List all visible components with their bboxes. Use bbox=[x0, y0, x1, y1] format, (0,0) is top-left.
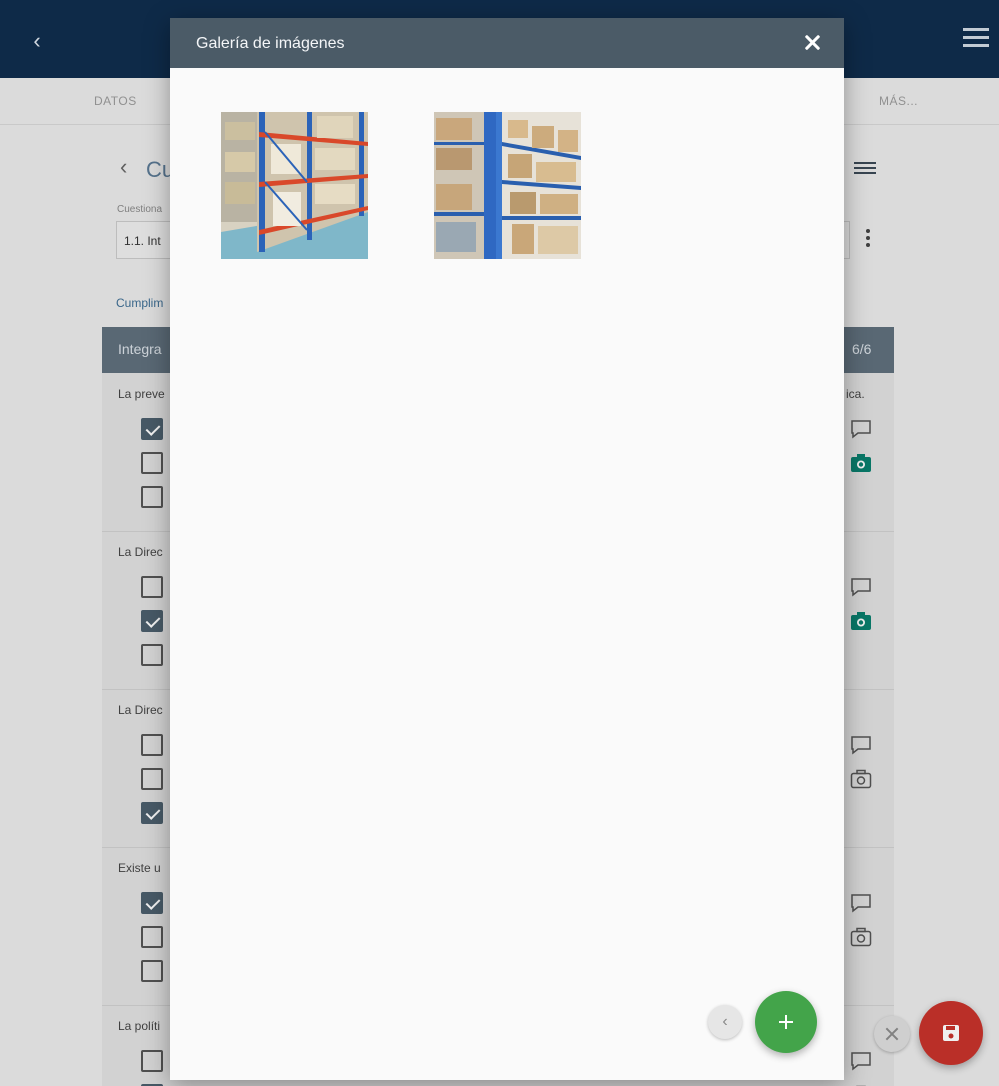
dialog-title: Galería de imágenes bbox=[196, 35, 345, 52]
previous-page-button[interactable]: ‹ bbox=[708, 1005, 742, 1039]
dialog-header: Galería de imágenes bbox=[170, 18, 844, 68]
warehouse-shelving-photo-1 bbox=[221, 112, 368, 259]
gallery-image-2[interactable] bbox=[434, 112, 581, 259]
gallery-image-1[interactable] bbox=[221, 112, 368, 259]
add-image-button[interactable] bbox=[755, 991, 817, 1053]
image-gallery-dialog: Galería de imágenes ‹ bbox=[170, 18, 844, 1080]
warehouse-shelving-photo-2 bbox=[434, 112, 581, 259]
close-icon[interactable] bbox=[798, 29, 826, 57]
